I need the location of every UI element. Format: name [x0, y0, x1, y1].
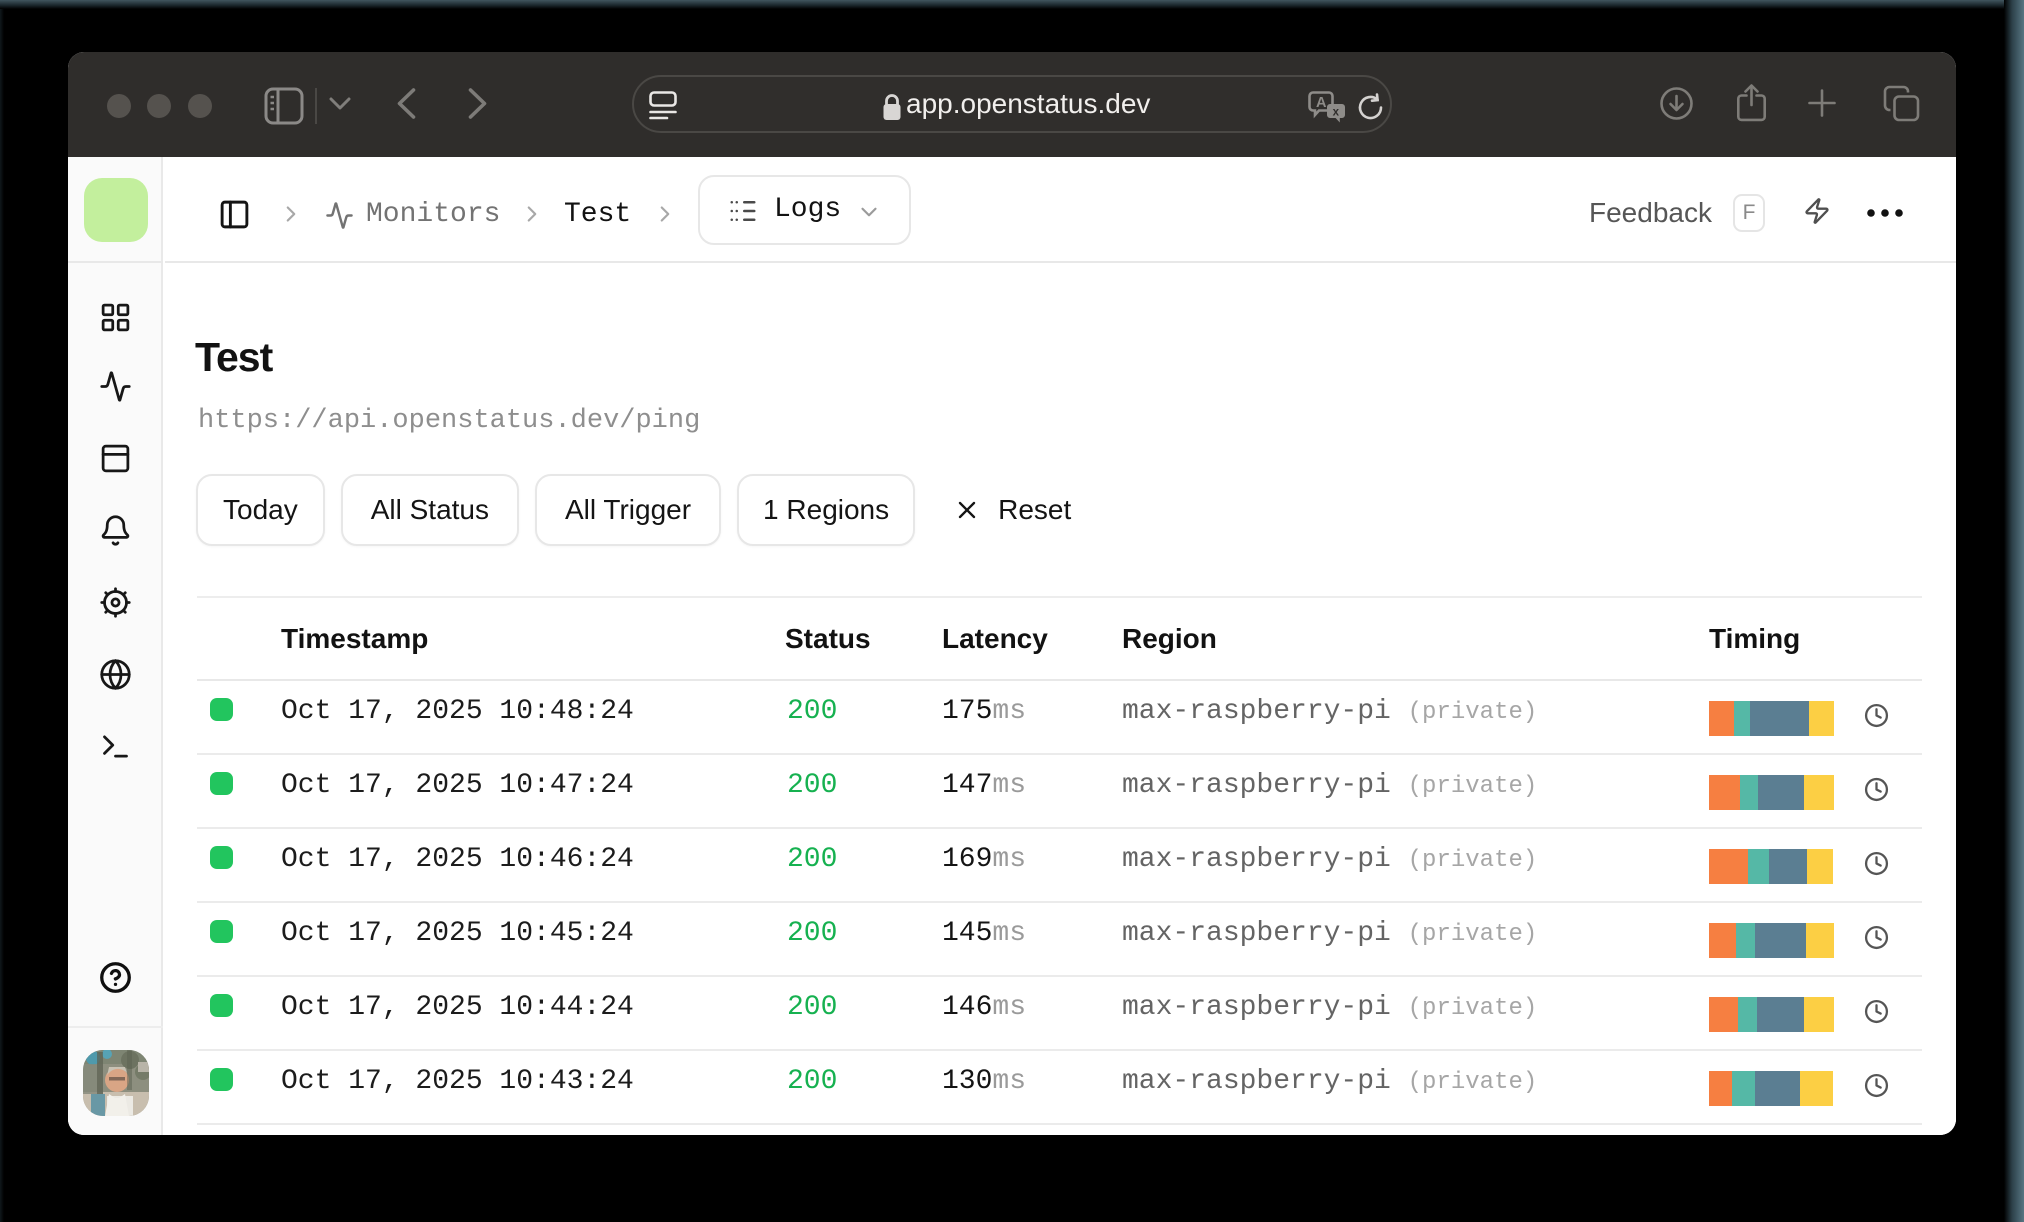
svg-text:A: A — [1316, 95, 1327, 111]
svg-text:x: x — [1333, 107, 1340, 119]
